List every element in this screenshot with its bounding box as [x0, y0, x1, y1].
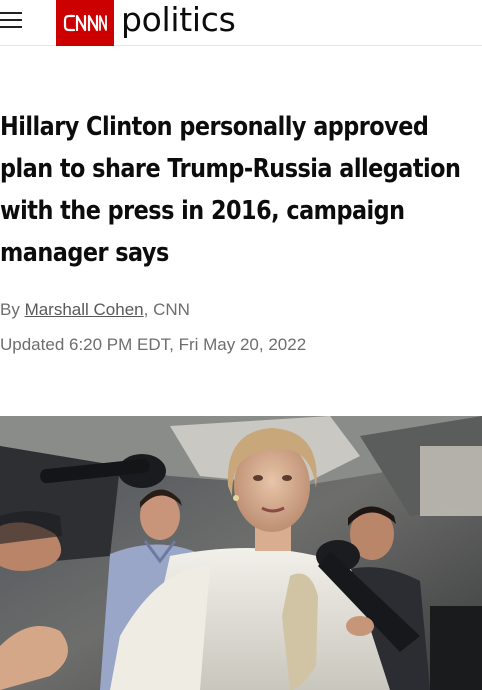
- section-title[interactable]: politics: [121, 0, 236, 46]
- hamburger-menu-icon[interactable]: [0, 10, 26, 32]
- hero-image: [0, 416, 482, 690]
- byline-prefix: By: [0, 300, 25, 319]
- byline-suffix: , CNN: [143, 300, 190, 319]
- hero-photo: [0, 416, 482, 690]
- article-timestamp: Updated 6:20 PM EDT, Fri May 20, 2022: [0, 335, 307, 354]
- article-headline: Hillary Clinton personally approved plan…: [0, 112, 461, 268]
- author-link[interactable]: Marshall Cohen: [25, 300, 144, 319]
- site-header: politics: [0, 0, 482, 46]
- article-byline: By Marshall Cohen, CNN: [0, 298, 190, 322]
- cnn-logo-mark: [63, 14, 107, 32]
- cnn-logo[interactable]: [56, 0, 114, 46]
